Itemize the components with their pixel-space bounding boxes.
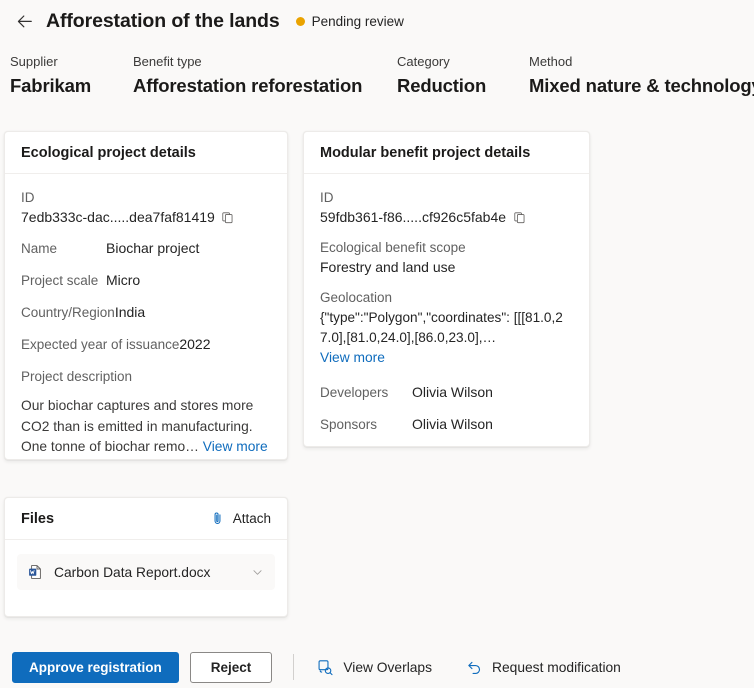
request-modification-button[interactable]: Request modification bbox=[460, 651, 627, 683]
field-value-project-scale: Micro bbox=[106, 272, 141, 288]
card-header-files: Files Attach bbox=[5, 498, 287, 540]
modular-benefit-project-details-card: Modular benefit project details ID 59fdb… bbox=[303, 131, 590, 447]
field-ecological-project-scale: Project scale Micro bbox=[21, 270, 271, 291]
action-bar-divider bbox=[293, 654, 295, 680]
field-label-id: ID bbox=[21, 190, 35, 205]
field-ecological-project-description: Project description Our biochar captures… bbox=[21, 366, 271, 458]
arrow-undo-icon bbox=[466, 659, 483, 676]
field-ecological-expected-year-of-issuance: Expected year of issuance 2022 bbox=[21, 334, 271, 355]
approve-registration-button[interactable]: Approve registration bbox=[12, 651, 179, 683]
field-value-geolocation: {"type":"Polygon","coordinates": [[[81.0… bbox=[320, 310, 563, 345]
field-ecological-name: Name Biochar project bbox=[21, 238, 271, 259]
field-modular-id: ID 59fdb361-f86.....cf926c5fab4e bbox=[320, 188, 573, 227]
file-name: Carbon Data Report.docx bbox=[54, 564, 211, 580]
card-body-files: Carbon Data Report.docx bbox=[5, 540, 287, 602]
field-ecological-id: ID 7edb333c-dac.....dea7faf81419 bbox=[21, 188, 271, 227]
field-value-developers: Olivia Wilson bbox=[412, 384, 493, 400]
status-badge: Pending review bbox=[295, 13, 404, 29]
field-label-project-scale: Project scale bbox=[21, 273, 99, 288]
field-value-modular-id-line: 59fdb361-f86.....cf926c5fab4e bbox=[320, 207, 573, 227]
field-modular-developers: Developers Olivia Wilson bbox=[320, 382, 573, 403]
project-description-view-more-link[interactable]: View more bbox=[203, 439, 268, 454]
request-modification-label: Request modification bbox=[492, 659, 621, 675]
card-title-files: Files bbox=[21, 510, 55, 527]
field-label-expected-year-of-issuance: Expected year of issuance bbox=[21, 337, 180, 352]
card-title-modular: Modular benefit project details bbox=[320, 144, 531, 161]
summary-field-benefit-type: Benefit type Afforestation reforestation bbox=[133, 52, 362, 101]
arrow-left-icon bbox=[15, 12, 34, 31]
copy-icon[interactable] bbox=[512, 210, 526, 224]
action-bar: Approve registration Reject View Overlap… bbox=[0, 646, 754, 688]
attach-label: Attach bbox=[232, 511, 271, 526]
field-ecological-country-region: Country/Region India bbox=[21, 302, 271, 323]
page-title: Afforestation of the lands bbox=[46, 9, 280, 32]
summary-value-category: Reduction bbox=[397, 75, 487, 96]
summary-value-benefit-type: Afforestation reforestation bbox=[133, 75, 363, 96]
status-dot-icon bbox=[295, 16, 305, 26]
field-value-id: 7edb333c-dac.....dea7faf81419 bbox=[21, 209, 215, 225]
card-header-ecological: Ecological project details bbox=[5, 132, 287, 174]
field-value-modular-id: 59fdb361-f86.....cf926c5fab4e bbox=[320, 209, 507, 225]
view-overlaps-label: View Overlaps bbox=[343, 659, 433, 675]
field-value-country-region: India bbox=[114, 304, 146, 320]
summary-field-supplier: Supplier Fabrikam bbox=[10, 52, 91, 101]
summary-fields: Supplier Fabrikam Benefit type Afforesta… bbox=[0, 52, 754, 110]
summary-label-category: Category bbox=[397, 54, 450, 69]
attach-button[interactable]: Attach bbox=[208, 507, 273, 530]
field-value-ecological-benefit-scope: Forestry and land use bbox=[320, 259, 456, 275]
word-document-icon bbox=[28, 564, 44, 580]
field-modular-ecological-benefit-scope: Ecological benefit scope Forestry and la… bbox=[320, 238, 573, 277]
field-value-name: Biochar project bbox=[106, 240, 200, 256]
field-value-sponsors: Olivia Wilson bbox=[412, 416, 493, 432]
card-body-ecological: ID 7edb333c-dac.....dea7faf81419 Name Bi… bbox=[5, 174, 287, 474]
reject-button[interactable]: Reject bbox=[189, 651, 273, 683]
field-value-expected-year-of-issuance: 2022 bbox=[179, 336, 211, 352]
back-button[interactable] bbox=[8, 5, 40, 37]
page-header: Afforestation of the lands Pending revie… bbox=[0, 0, 754, 42]
field-label-project-description: Project description bbox=[21, 369, 133, 384]
field-label-modular-id: ID bbox=[320, 190, 334, 205]
field-label-geolocation: Geolocation bbox=[320, 290, 393, 305]
summary-field-method: Method Mixed nature & technology bbox=[529, 52, 754, 101]
field-value-id-line: 7edb333c-dac.....dea7faf81419 bbox=[21, 207, 271, 227]
field-label-country-region: Country/Region bbox=[21, 305, 115, 320]
summary-field-category: Category Reduction bbox=[397, 52, 486, 101]
field-modular-sponsors: Sponsors Olivia Wilson bbox=[320, 414, 573, 435]
summary-label-method: Method bbox=[529, 54, 573, 69]
paperclip-icon bbox=[210, 511, 225, 526]
list-item[interactable]: Carbon Data Report.docx bbox=[17, 554, 275, 590]
field-label-ecological-benefit-scope: Ecological benefit scope bbox=[320, 240, 466, 255]
summary-value-supplier: Fabrikam bbox=[10, 75, 92, 96]
geolocation-view-more-link[interactable]: View more bbox=[320, 348, 573, 368]
field-value-project-description: Our biochar captures and stores more CO2… bbox=[21, 396, 271, 458]
copy-icon[interactable] bbox=[221, 210, 235, 224]
chevron-down-icon[interactable] bbox=[249, 564, 265, 580]
files-card: Files Attach Carbon Data Report.docx bbox=[4, 497, 288, 617]
card-header-modular: Modular benefit project details bbox=[304, 132, 589, 174]
summary-label-supplier: Supplier bbox=[10, 54, 58, 69]
summary-label-benefit-type: Benefit type bbox=[133, 54, 202, 69]
field-label-sponsors: Sponsors bbox=[320, 417, 378, 432]
field-label-name: Name bbox=[21, 241, 58, 256]
overlap-search-icon bbox=[317, 659, 334, 676]
field-label-developers: Developers bbox=[320, 385, 389, 400]
status-label: Pending review bbox=[311, 13, 404, 29]
summary-value-method: Mixed nature & technology bbox=[529, 75, 754, 96]
view-overlaps-button[interactable]: View Overlaps bbox=[311, 651, 438, 683]
card-title-ecological: Ecological project details bbox=[21, 144, 196, 161]
field-modular-geolocation: Geolocation {"type":"Polygon","coordinat… bbox=[320, 288, 573, 368]
ecological-project-details-card: Ecological project details ID 7edb333c-d… bbox=[4, 131, 288, 460]
card-body-modular: ID 59fdb361-f86.....cf926c5fab4e Ecologi… bbox=[304, 174, 589, 451]
